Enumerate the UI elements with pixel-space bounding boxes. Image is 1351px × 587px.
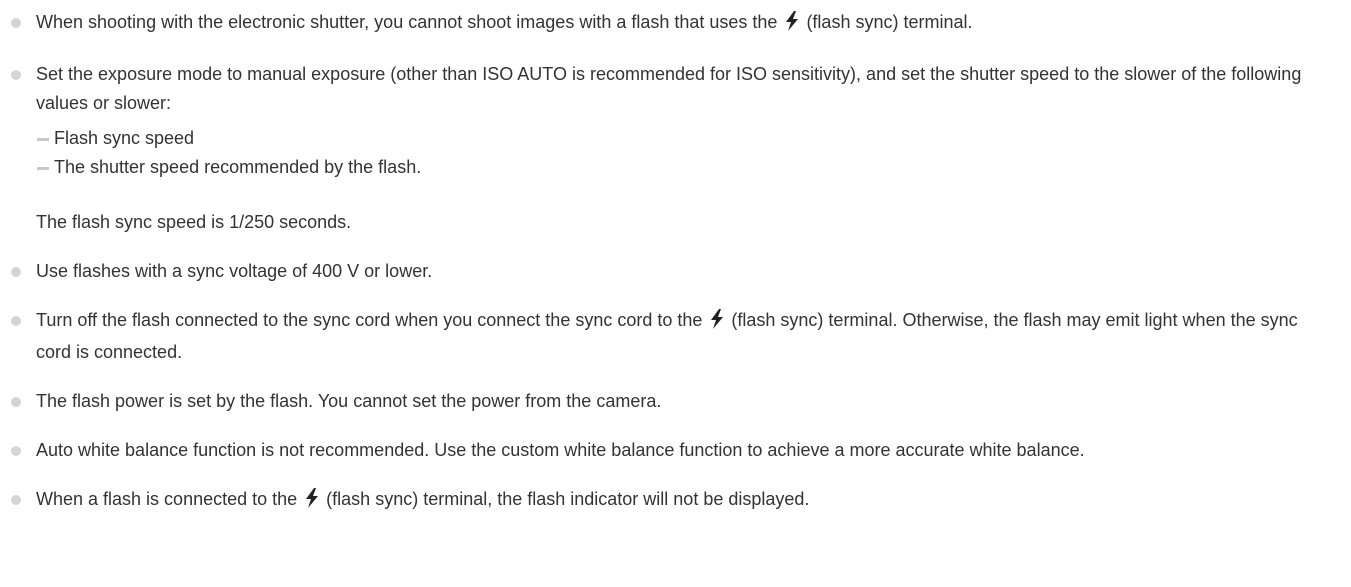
flash-sync-icon — [305, 488, 319, 517]
flash-sync-icon — [710, 309, 724, 338]
note-text: Turn off the flash connected to the sync… — [36, 310, 703, 330]
note-text: Set the exposure mode to manual exposure… — [36, 64, 1302, 113]
note-item-white-balance: Auto white balance function is not recom… — [0, 436, 1320, 465]
note-item-flash-indicator: When a flash is connected to the (flash s… — [0, 485, 1320, 517]
sub-item-recommended-speed: The shutter speed recommended by the fla… — [36, 153, 1320, 182]
note-item-exposure-mode: Set the exposure mode to manual exposure… — [0, 60, 1320, 237]
note-item-sync-voltage: Use flashes with a sync voltage of 400 V… — [0, 257, 1320, 286]
bullet-icon — [11, 267, 21, 277]
note-text: The flash power is set by the flash. You… — [36, 391, 662, 411]
bullet-icon — [11, 397, 21, 407]
note-text: When a flash is connected to the — [36, 489, 298, 509]
flash-sync-icon — [785, 11, 799, 40]
dash-icon — [37, 138, 49, 141]
dash-icon — [37, 167, 49, 170]
note-text: Auto white balance function is not recom… — [36, 440, 1085, 460]
note-text: When shooting with the electronic shutte… — [36, 12, 778, 32]
note-text: (flash sync) terminal. — [806, 12, 973, 32]
sub-item-text: Flash sync speed — [54, 128, 195, 148]
note-item-turn-off-flash: Turn off the flash connected to the sync… — [0, 306, 1320, 367]
sub-list: Flash sync speed The shutter speed recom… — [36, 124, 1320, 182]
note-item-electronic-shutter: When shooting with the electronic shutte… — [0, 8, 1320, 40]
sub-item-flash-sync-speed: Flash sync speed — [36, 124, 1320, 153]
bullet-icon — [11, 446, 21, 456]
notes-list: When shooting with the electronic shutte… — [0, 8, 1320, 517]
flash-sync-speed-note: The flash sync speed is 1/250 seconds. — [36, 212, 352, 232]
note-text: Use flashes with a sync voltage of 400 V… — [36, 261, 433, 281]
bullet-icon — [11, 316, 21, 326]
note-text: (flash sync) terminal, the flash indicat… — [326, 489, 810, 509]
note-item-flash-power: The flash power is set by the flash. You… — [0, 387, 1320, 416]
bullet-icon — [11, 495, 21, 505]
bullet-icon — [11, 70, 21, 80]
bullet-icon — [11, 18, 21, 28]
sub-item-text: The shutter speed recommended by the fla… — [54, 157, 422, 177]
